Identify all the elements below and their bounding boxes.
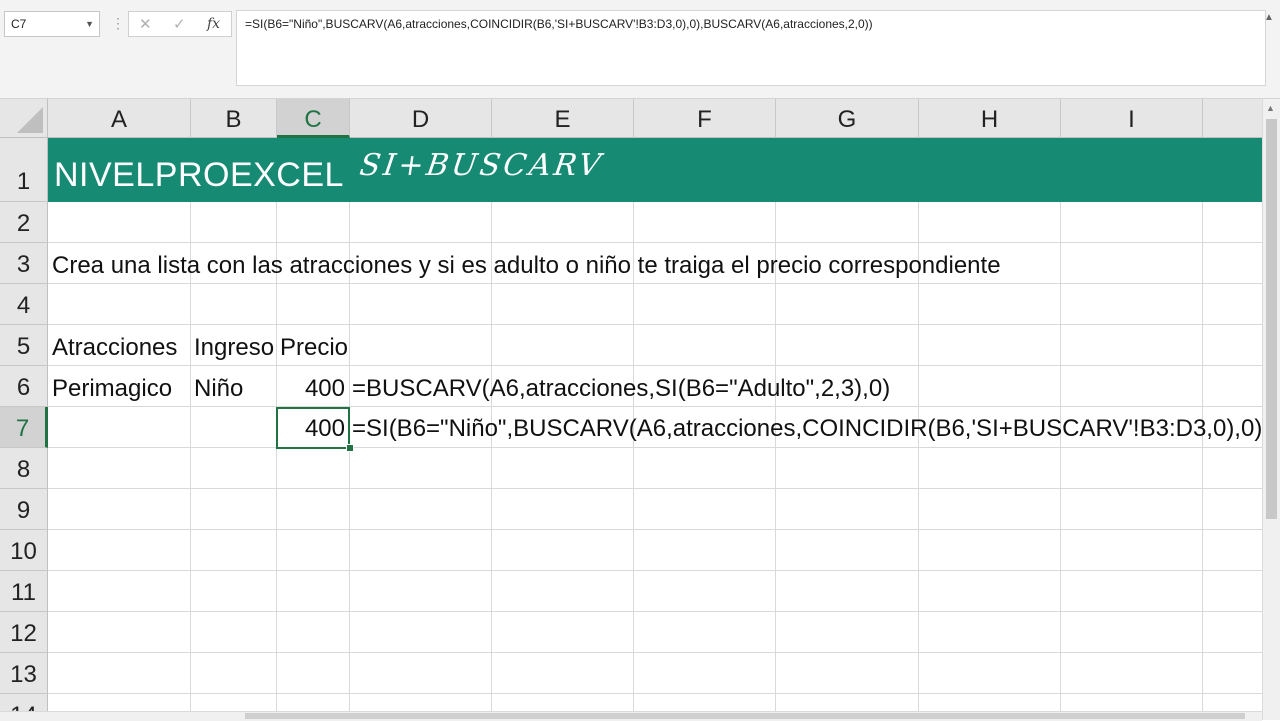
banner-title: NIVELPROEXCEL — [54, 156, 344, 194]
banner-subtitle: SI+BUSCARV — [357, 148, 606, 183]
row-header-8[interactable]: 8 — [0, 448, 48, 489]
row-header-7[interactable]: 7 — [0, 407, 48, 448]
gridline — [48, 570, 1262, 571]
column-header-h[interactable]: H — [919, 99, 1061, 138]
column-header-d[interactable]: D — [350, 99, 492, 138]
gridline — [48, 652, 1262, 653]
active-cell-border[interactable] — [276, 407, 350, 449]
column-header-c[interactable]: C — [277, 99, 350, 138]
select-all-triangle-icon — [17, 107, 43, 133]
gridline — [48, 693, 1262, 694]
fill-handle[interactable] — [346, 444, 354, 452]
gridline — [48, 324, 1262, 325]
column-header-f[interactable]: F — [634, 99, 776, 138]
horizontal-scroll-thumb[interactable] — [245, 713, 1245, 719]
gridline — [48, 611, 1262, 612]
gridline — [48, 529, 1262, 530]
cell-b6[interactable]: Niño — [194, 369, 243, 409]
scroll-up-icon[interactable]: ▲ — [1266, 103, 1275, 113]
formula-tools: ✕ ✓ fx — [128, 11, 232, 37]
cancel-icon[interactable]: ✕ — [139, 15, 152, 33]
spreadsheet-grid[interactable]: A B C D E F G H I 1 2 3 4 5 6 7 8 9 10 1… — [0, 99, 1262, 720]
row-header-5[interactable]: 5 — [0, 325, 48, 366]
row-header-9[interactable]: 9 — [0, 489, 48, 530]
column-header-a[interactable]: A — [48, 99, 191, 138]
insert-function-icon[interactable]: fx — [207, 16, 220, 32]
row-header-1[interactable]: 1 — [0, 138, 48, 202]
row-header-10[interactable]: 10 — [0, 530, 48, 571]
formula-input[interactable]: =SI(B6="Niño",BUSCARV(A6,atracciones,COI… — [236, 10, 1266, 86]
enter-icon[interactable]: ✓ — [173, 15, 186, 33]
column-header-e[interactable]: E — [492, 99, 634, 138]
cell-a3[interactable]: Crea una lista con las atracciones y si … — [52, 246, 1001, 286]
row-header-13[interactable]: 13 — [0, 653, 48, 694]
name-box[interactable]: C7 ▼ — [4, 11, 100, 37]
vertical-scroll-thumb[interactable] — [1266, 119, 1277, 519]
row-header-4[interactable]: 4 — [0, 284, 48, 325]
cell-c5[interactable]: Precio — [280, 328, 348, 368]
gridline — [48, 242, 1262, 243]
column-header-g[interactable]: G — [776, 99, 919, 138]
cell-b5[interactable]: Ingreso — [194, 328, 274, 368]
select-all-button[interactable] — [0, 99, 48, 138]
column-header-i[interactable]: I — [1061, 99, 1203, 138]
column-header-b[interactable]: B — [191, 99, 277, 138]
row-header-3[interactable]: 3 — [0, 243, 48, 284]
vertical-scrollbar[interactable]: ▲ — [1262, 99, 1280, 720]
collapse-formula-bar-icon[interactable]: ▲ — [1264, 12, 1274, 23]
drag-handle-icon[interactable]: ⋮ — [111, 14, 125, 32]
gridline — [190, 138, 191, 720]
column-header-j[interactable] — [1203, 99, 1262, 138]
gridline — [48, 488, 1262, 489]
title-banner[interactable]: NIVELPROEXCEL SI+BUSCARV — [48, 138, 1262, 202]
cell-c6[interactable]: 400 — [277, 369, 345, 409]
cell-d6[interactable]: =BUSCARV(A6,atracciones,SI(B6="Adulto",2… — [352, 369, 890, 409]
name-box-value: C7 — [11, 17, 27, 31]
row-header-6[interactable]: 6 — [0, 366, 48, 407]
cell-a5[interactable]: Atracciones — [52, 328, 177, 368]
cell-d7[interactable]: =SI(B6="Niño",BUSCARV(A6,atracciones,COI… — [352, 409, 1262, 449]
cell-a6[interactable]: Perimagico — [52, 369, 172, 409]
chevron-down-icon[interactable]: ▼ — [85, 12, 94, 36]
row-header-12[interactable]: 12 — [0, 612, 48, 653]
formula-bar-area: C7 ▼ ⋮ ✕ ✓ fx =SI(B6="Niño",BUSCARV(A6,a… — [0, 0, 1280, 99]
row-header-11[interactable]: 11 — [0, 571, 48, 612]
row-header-2[interactable]: 2 — [0, 202, 48, 243]
